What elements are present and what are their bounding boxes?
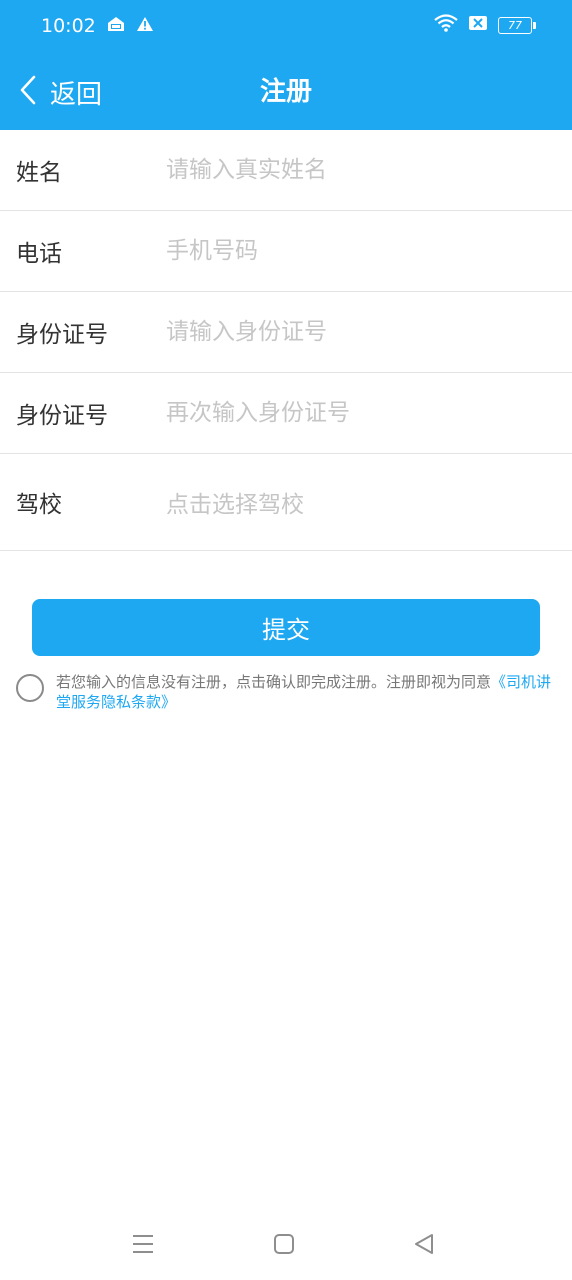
name-label: 姓名 [16, 160, 62, 186]
status-right-icons: 77 [434, 14, 536, 36]
submit-button[interactable]: 提交 [32, 599, 540, 656]
school-picker[interactable]: 点击选择驾校 [166, 485, 556, 519]
school-label: 驾校 [16, 492, 62, 518]
id-label: 身份证号 [16, 322, 108, 348]
warning-icon [136, 16, 154, 36]
form-row-id: 身份证号 [0, 292, 572, 373]
system-nav-bar [0, 1216, 572, 1272]
wifi-icon [434, 14, 458, 36]
back-triangle-icon[interactable] [410, 1230, 438, 1258]
agree-radio[interactable] [16, 674, 44, 702]
back-label: 返回 [50, 79, 103, 110]
back-button[interactable]: 返回 [18, 72, 102, 112]
home-square-icon[interactable] [270, 1230, 298, 1258]
agreement: 若您输入的信息没有注册，点击确认即完成注册。注册即视为同意《司机讲堂服务隐私条款… [16, 672, 556, 712]
header: 10:02 77 返回 注册 [0, 0, 572, 130]
form-row-phone: 电话 [0, 211, 572, 292]
status-time: 10:02 [41, 15, 96, 37]
name-input[interactable] [166, 157, 556, 183]
menu-icon[interactable] [129, 1230, 157, 1258]
agreement-body: 若您输入的信息没有注册，点击确认即完成注册。注册即视为同意 [56, 673, 492, 691]
id-confirm-label: 身份证号 [16, 403, 108, 429]
agreement-text: 若您输入的信息没有注册，点击确认即完成注册。注册即视为同意《司机讲堂服务隐私条款… [56, 672, 556, 712]
battery-icon: 77 [498, 16, 536, 34]
id-confirm-input[interactable] [166, 400, 556, 426]
sim-off-icon [468, 15, 488, 35]
register-page: 10:02 77 返回 注册 姓名 请输入真实姓名 电话 手机号码 身份证号 请… [0, 0, 572, 1280]
form-row-name: 姓名 [0, 130, 572, 211]
phone-input[interactable] [166, 238, 556, 264]
id-input[interactable] [166, 319, 556, 345]
app-notification-icon [106, 15, 126, 37]
phone-label: 电话 [16, 241, 62, 267]
chevron-left-icon [18, 74, 38, 110]
form-row-school: 驾校 点击选择驾校 [0, 454, 572, 551]
status-left-icons [106, 15, 154, 37]
form-row-id-confirm: 身份证号 [0, 373, 572, 454]
